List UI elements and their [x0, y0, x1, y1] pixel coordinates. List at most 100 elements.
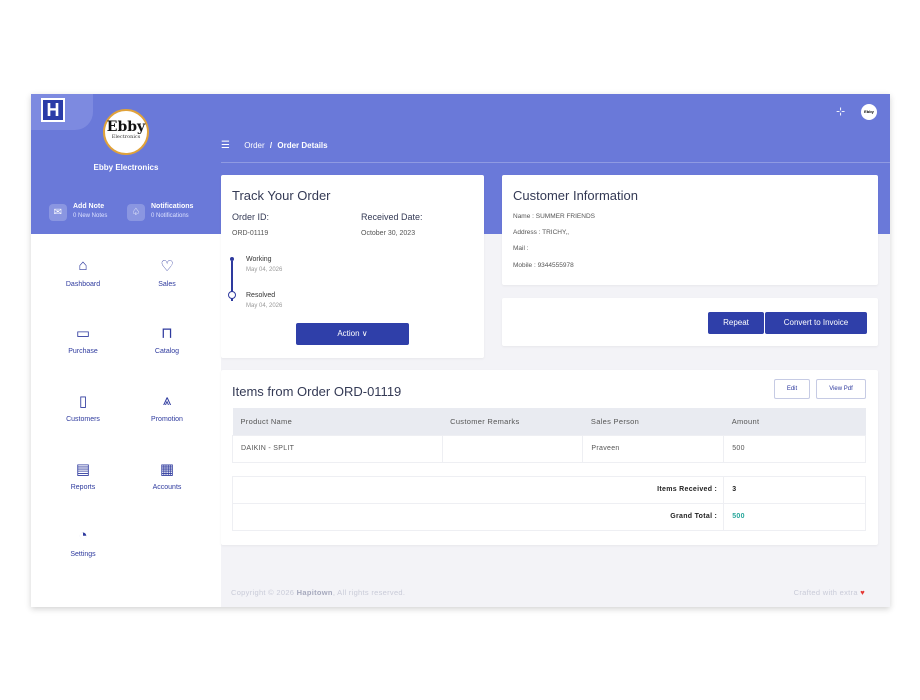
- mail-icon: ✉: [49, 204, 67, 221]
- customer-mail: Mail :: [513, 245, 529, 252]
- items-table: Product Name Customer Remarks Sales Pers…: [231, 408, 866, 531]
- bell-icon: ♤: [127, 204, 145, 221]
- nav-purchase-label: Purchase: [68, 348, 98, 355]
- nav-dashboard-label: Dashboard: [65, 281, 101, 288]
- breadcrumb: ☰ Order / Order Details: [221, 140, 328, 151]
- cell-amount: 500: [723, 434, 866, 463]
- nav-promotion-label: Promotion: [151, 416, 183, 423]
- app-window: H Ebby Electronics Ebby Electronics ✉ Ad…: [31, 94, 890, 607]
- brand-logo: Ebby Electronics: [103, 109, 149, 155]
- column-header: Amount: [723, 408, 866, 435]
- nav-customers[interactable]: ▯ Customers: [43, 392, 123, 423]
- grand-total-value: 500: [723, 502, 866, 531]
- nav-purchase[interactable]: ▭ Purchase: [43, 324, 123, 355]
- breadcrumb-current: Order Details: [277, 141, 328, 150]
- order-id-label: Order ID:: [232, 212, 270, 222]
- add-note-title: Add Note: [73, 203, 105, 210]
- minimize-icon[interactable]: ⊹: [836, 105, 845, 118]
- customer-address: Address : TRICHY,,: [513, 229, 570, 236]
- header-divider: [221, 162, 890, 163]
- breadcrumb-separator: /: [269, 141, 273, 150]
- add-note-subtitle: 0 New Notes: [73, 213, 108, 219]
- nav-sales[interactable]: ♡ Sales: [127, 257, 207, 288]
- footer-copyright-prefix: Copyright © 2026: [231, 588, 297, 597]
- nav-settings-label: Settings: [70, 551, 96, 558]
- nav-accounts-label: Accounts: [152, 484, 182, 491]
- table-header-row: Product Name Customer Remarks Sales Pers…: [232, 408, 866, 435]
- cell-product: DAIKIN - SPLIT: [232, 434, 443, 463]
- grand-total-row: Grand Total : 500: [231, 502, 866, 531]
- nav-settings[interactable]: ◔ Settings: [43, 527, 123, 558]
- order-id-value: ORD-01119: [232, 230, 269, 237]
- home-icon: ⌂: [78, 257, 88, 274]
- nav-accounts[interactable]: ▦ Accounts: [127, 460, 207, 491]
- ledger-icon: ▦: [159, 461, 175, 478]
- compass-icon: ⩓: [162, 392, 172, 409]
- edit-button[interactable]: Edit: [774, 379, 810, 399]
- convert-to-invoice-button[interactable]: Convert to Invoice: [765, 312, 867, 334]
- pie-chart-icon: ◔: [78, 527, 88, 544]
- avatar[interactable]: Ebby: [861, 104, 877, 120]
- items-received-value: 3: [723, 475, 866, 504]
- track-card-title: Track Your Order: [232, 188, 331, 203]
- nav-catalog-label: Catalog: [154, 348, 180, 355]
- notifications-title: Notifications: [151, 203, 194, 210]
- footer-company-link[interactable]: Hapitown: [297, 588, 333, 597]
- view-pdf-button[interactable]: View Pdf: [816, 379, 866, 399]
- items-received-row: Items Received : 3: [231, 475, 866, 504]
- timeline-status-working: Working: [246, 256, 272, 263]
- column-header: Customer Remarks: [442, 408, 583, 435]
- customer-info-card: Customer Information Name : SUMMER FRIEN…: [502, 175, 878, 285]
- footer-crafted-text: Crafted with extra: [793, 588, 858, 597]
- nav-sales-label: Sales: [158, 281, 176, 288]
- cell-remarks: [441, 434, 584, 463]
- items-received-label: Items Received :: [231, 475, 725, 504]
- timeline-status-resolved: Resolved: [246, 292, 276, 299]
- nav-reports-label: Reports: [70, 484, 96, 491]
- customer-name: Name : SUMMER FRIENDS: [513, 213, 595, 220]
- breadcrumb-parent[interactable]: Order: [244, 141, 264, 150]
- add-note-button[interactable]: ✉ Add Note 0 New Notes: [49, 201, 129, 225]
- grand-total-label: Grand Total :: [231, 502, 725, 531]
- items-card-title: Items from Order ORD-01119: [232, 384, 402, 399]
- customer-card-title: Customer Information: [513, 188, 638, 203]
- column-header: Product Name: [232, 408, 443, 435]
- bag-icon: ⊓: [161, 325, 173, 342]
- notifications-button[interactable]: ♤ Notifications 0 Notifications: [127, 201, 217, 225]
- table-spacer-row: [233, 462, 866, 476]
- footer-crafted: Crafted with extra ♥: [794, 588, 865, 597]
- nav-promotion[interactable]: ⩓ Promotion: [127, 392, 207, 423]
- menu-icon[interactable]: ☰: [221, 140, 230, 151]
- timeline-dot-working: [230, 257, 234, 261]
- nav-catalog[interactable]: ⊓ Catalog: [127, 324, 207, 355]
- nav-customers-label: Customers: [66, 416, 100, 423]
- timeline-date-working: May 04, 2026: [246, 267, 283, 273]
- cell-sales-person: Praveen: [582, 434, 725, 463]
- app-logo[interactable]: H: [41, 98, 65, 122]
- brand-logo-text: Ebby: [106, 119, 146, 135]
- timeline-dot-resolved: [228, 291, 236, 299]
- timeline-date-resolved: May 04, 2026: [246, 303, 283, 309]
- brand-name: Ebby Electronics: [93, 163, 159, 172]
- order-items-card: Items from Order ORD-01119 Edit View Pdf…: [221, 370, 878, 545]
- order-actions-card: Repeat Convert to Invoice: [502, 298, 878, 346]
- received-date-value: October 30, 2023: [361, 230, 416, 237]
- repeat-button[interactable]: Repeat: [708, 312, 764, 334]
- table-row: DAIKIN - SPLIT Praveen 500: [232, 434, 866, 463]
- footer-copyright: Copyright © 2026 Hapitown, All rights re…: [231, 588, 405, 597]
- received-date-label: Received Date:: [361, 212, 423, 222]
- lightbulb-icon: ♡: [160, 258, 174, 275]
- nav-dashboard[interactable]: ⌂ Dashboard: [43, 257, 123, 288]
- column-header: Sales Person: [582, 408, 724, 435]
- monitor-icon: ▭: [75, 325, 91, 342]
- notifications-subtitle: 0 Notifications: [151, 213, 189, 219]
- action-dropdown-button[interactable]: Action ∨: [296, 323, 409, 345]
- heart-icon: ♥: [860, 588, 865, 597]
- file-icon: ▯: [78, 393, 88, 410]
- list-icon: ▤: [75, 461, 91, 478]
- customer-mobile: Mobile : 9344555978: [513, 262, 574, 269]
- nav-reports[interactable]: ▤ Reports: [43, 460, 123, 491]
- track-order-card: Track Your Order Order ID: ORD-01119 Rec…: [221, 175, 484, 358]
- footer-copyright-suffix: , All rights reserved.: [332, 588, 406, 597]
- spacer-cell: [233, 462, 866, 476]
